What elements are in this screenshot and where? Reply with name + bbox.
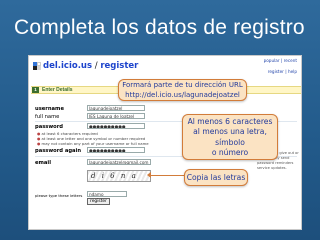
email-label: email xyxy=(35,160,51,166)
callout-password-line1: Al menos 6 caracteres xyxy=(187,116,273,126)
register-button[interactable]: register xyxy=(87,198,110,205)
logo-text: del.icio.us xyxy=(43,61,93,71)
email-note-line: service updates. xyxy=(257,166,287,170)
callout-captcha: Copia las letras xyxy=(184,169,248,186)
password-again-label: password again xyxy=(35,148,82,154)
step-number: 1 xyxy=(32,87,39,93)
fullname-input[interactable]: IES Laguna de Joatzel xyxy=(87,113,145,119)
callout-password-line3: símbolo xyxy=(215,137,245,147)
password-again-input[interactable]: ●●●●●●●●●● xyxy=(87,147,145,153)
email-note-line: password reminders xyxy=(257,161,294,165)
callout-url: Formará parte de tu dirección URL http:/… xyxy=(118,79,247,101)
fullname-label: full name xyxy=(35,114,60,120)
password-hint-3: may not contain any part of your usernam… xyxy=(41,141,149,146)
site-logo[interactable]: del.icio.us / register xyxy=(33,61,138,71)
password-input[interactable]: ●●●●●●●●●● xyxy=(87,123,145,129)
username-input[interactable]: lagunadejoatzel xyxy=(87,105,145,111)
step-label: Enter Details xyxy=(42,87,73,93)
captcha-image: d i 6 n a xyxy=(87,170,151,182)
callout-password-line4: o número xyxy=(211,148,249,157)
slide-title: Completa los datos de registro xyxy=(14,16,305,39)
top-links[interactable]: popular | recent xyxy=(264,58,297,63)
callout-arrow-icon xyxy=(147,172,184,179)
callout-url-line1: Formará parte de tu dirección URL xyxy=(122,81,243,89)
email-input[interactable]: lagunadejoatzel@gmail.com xyxy=(87,159,151,165)
captcha-label: please type these letters xyxy=(35,193,83,198)
username-label: username xyxy=(35,106,64,112)
callout-password: Al menos 6 caracteres al menos una letra… xyxy=(182,114,278,160)
logo-section: register xyxy=(100,61,139,71)
password-label: password xyxy=(35,124,64,130)
callout-password-line2: al menos una letra, xyxy=(193,127,267,136)
register-help-links[interactable]: register | help xyxy=(268,69,297,74)
captcha-input[interactable]: ndamo xyxy=(87,191,127,197)
callout-url-line2: http://del.icio.us/lagunadejoatzel xyxy=(125,90,240,99)
delicious-logo-icon xyxy=(33,62,41,70)
